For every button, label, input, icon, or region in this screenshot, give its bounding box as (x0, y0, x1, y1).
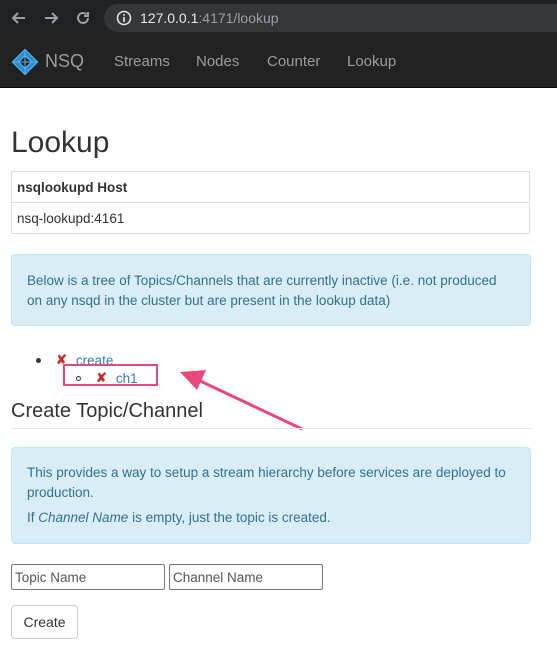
info-icon[interactable] (116, 10, 132, 26)
url-path: :4171/lookup (198, 10, 279, 26)
browser-toolbar: 127.0.0.1:4171/lookup (0, 0, 557, 36)
annotation-highlight-box (63, 364, 158, 386)
arrow-left-icon (11, 12, 25, 24)
back-button[interactable] (8, 7, 30, 29)
arrow-right-icon (45, 12, 59, 24)
page-title: Lookup (11, 126, 110, 159)
forward-button[interactable] (40, 7, 62, 29)
app-navbar: NSQ Streams Nodes Counter Lookup (0, 36, 557, 88)
nav-lookup[interactable]: Lookup (347, 53, 396, 70)
create-info-emphasis: Channel Name (38, 510, 129, 525)
address-bar[interactable]: 127.0.0.1:4171/lookup (104, 4, 557, 32)
nsq-logo-icon (11, 48, 39, 75)
topic-name-input[interactable] (11, 564, 165, 590)
nav-nodes[interactable]: Nodes (196, 53, 239, 70)
bullet-disc-icon (36, 357, 41, 363)
inactive-info-alert: Below is a tree of Topics/Channels that … (11, 254, 531, 326)
nav-streams[interactable]: Streams (114, 53, 170, 70)
create-section-title: Create Topic/Channel (11, 400, 531, 429)
create-info-alert: This provides a way to setup a stream hi… (11, 447, 531, 544)
reload-button[interactable] (72, 7, 94, 29)
lookupd-host-table: nsqlookupd Host nsq-lookupd:4161 (11, 171, 530, 234)
table-cell-host: nsq-lookupd:4161 (11, 202, 530, 234)
create-info-suffix: is empty, just the topic is created. (128, 510, 331, 525)
brand-link[interactable]: NSQ (10, 36, 84, 88)
table-header: nsqlookupd Host (11, 171, 530, 203)
create-info-prefix: If (27, 510, 39, 525)
create-info-line1: This provides a way to setup a stream hi… (27, 465, 506, 500)
reload-icon (77, 11, 89, 24)
create-info-line2: If Channel Name is empty, just the topic… (27, 508, 515, 528)
brand-name: NSQ (45, 51, 85, 71)
url-host: 127.0.0.1 (140, 10, 199, 26)
nav-counter[interactable]: Counter (267, 53, 320, 70)
channel-name-input[interactable] (169, 564, 323, 590)
create-button[interactable]: Create (11, 605, 78, 639)
